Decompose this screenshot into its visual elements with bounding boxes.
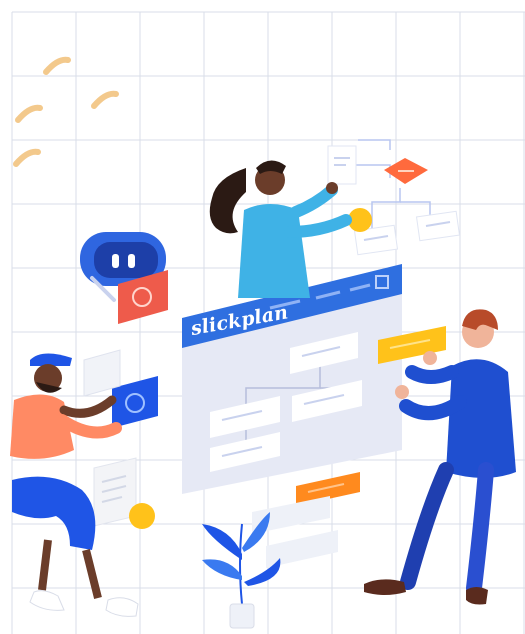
- woman-figure: [209, 160, 352, 298]
- sitemap-board: [182, 264, 402, 494]
- flow-card-c: [415, 210, 461, 242]
- top-flowchart: [327, 139, 461, 256]
- leaf-decorations: [13, 56, 119, 167]
- yellow-dot-bottom: [129, 503, 155, 529]
- illustration-canvas: slickplan: [0, 0, 525, 634]
